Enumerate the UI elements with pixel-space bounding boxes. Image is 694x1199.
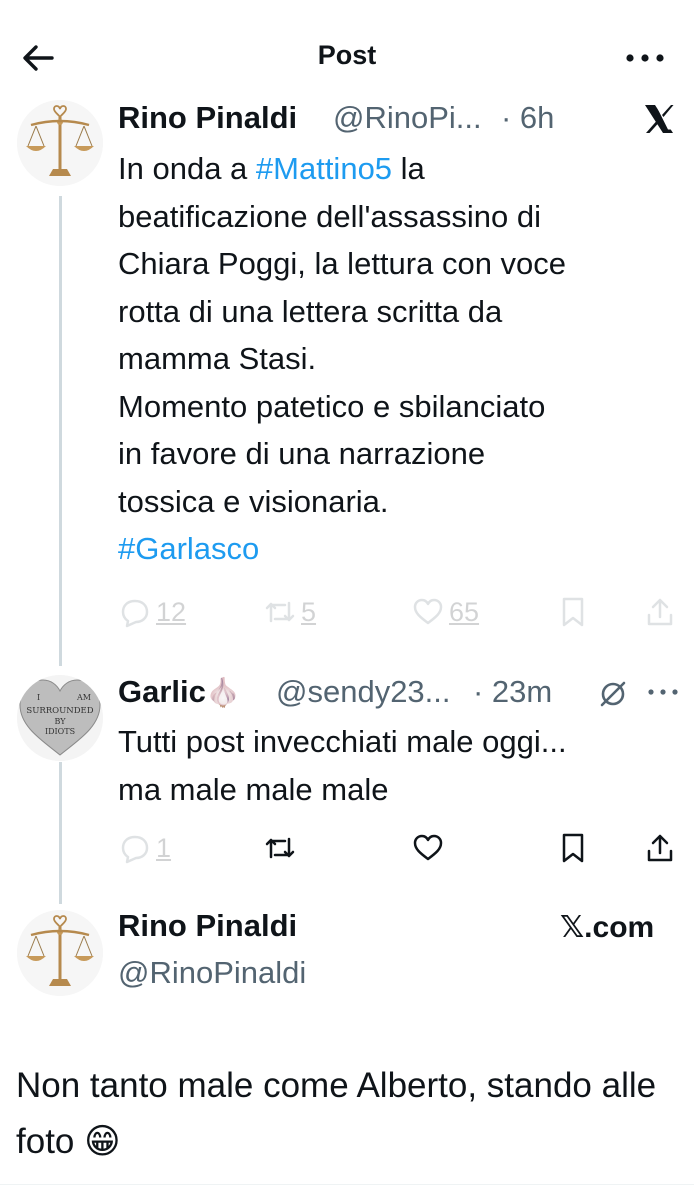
post-time: · 23m bbox=[473, 674, 553, 709]
heart-icon bbox=[413, 834, 443, 861]
grin-emoji: 😁 bbox=[84, 1122, 121, 1161]
reply-button[interactable]: 12 bbox=[118, 592, 186, 632]
hashtag-mattino5[interactable]: #Mattino5 bbox=[256, 151, 392, 186]
author-name[interactable]: Rino Pinaldi bbox=[118, 908, 297, 944]
reply-count: 12 bbox=[156, 596, 187, 627]
author-name[interactable]: Garlic🧄 bbox=[118, 674, 241, 710]
author-handle[interactable]: @sendy23... bbox=[276, 674, 451, 710]
post-time: · 6h bbox=[501, 100, 555, 135]
share-icon bbox=[647, 598, 673, 626]
post-actions: 12 5 65 bbox=[118, 592, 688, 632]
post-text: Tutti post invecchiati male oggi... ma m… bbox=[118, 724, 567, 807]
bookmark-icon bbox=[562, 833, 584, 863]
x-logo-icon[interactable] bbox=[643, 103, 675, 140]
scales-of-justice-icon bbox=[17, 100, 103, 186]
svg-text:BY: BY bbox=[54, 717, 66, 726]
reply-count: 1 bbox=[156, 832, 172, 863]
share-button[interactable] bbox=[643, 592, 677, 632]
divider bbox=[0, 1184, 694, 1185]
grok-icon bbox=[600, 681, 626, 707]
author-name-text: Garlic bbox=[118, 674, 206, 709]
author-name[interactable]: Rino Pinaldi bbox=[118, 100, 297, 136]
comment-icon bbox=[121, 599, 149, 628]
svg-text:SURROUNDED: SURROUNDED bbox=[26, 706, 93, 716]
share-button[interactable] bbox=[643, 828, 677, 868]
garlic-emoji: 🧄 bbox=[205, 677, 241, 708]
avatar-rino-pinaldi[interactable] bbox=[17, 100, 103, 186]
reply-button[interactable]: 1 bbox=[118, 828, 171, 868]
hashtag-garlasco[interactable]: #Garlasco bbox=[118, 531, 259, 566]
bookmark-button[interactable] bbox=[556, 828, 590, 868]
reply-text: Non tanto male come Alberto, stando alle… bbox=[16, 1058, 686, 1170]
scales-of-justice-icon bbox=[17, 910, 103, 996]
svg-text:IDIOTS: IDIOTS bbox=[45, 727, 75, 736]
svg-text:AM: AM bbox=[76, 693, 91, 702]
bookmark-icon bbox=[562, 597, 584, 627]
post-actions: 1 bbox=[118, 828, 688, 868]
heart-badge-icon: I AM SURROUNDED BY IDIOTS bbox=[17, 675, 103, 761]
avatar-garlic[interactable]: I AM SURROUNDED BY IDIOTS bbox=[17, 675, 103, 761]
like-button[interactable] bbox=[411, 828, 445, 868]
post-text: In onda a #Mattino5 la beatificazione de… bbox=[118, 145, 678, 573]
author-handle[interactable]: @RinoPinaldi bbox=[118, 955, 306, 991]
avatar-rino-pinaldi[interactable] bbox=[17, 910, 103, 996]
share-icon bbox=[647, 834, 673, 862]
grok-button[interactable] bbox=[596, 674, 630, 714]
thread-connector bbox=[59, 762, 62, 904]
more-options-icon[interactable] bbox=[622, 38, 668, 78]
repost-icon bbox=[265, 601, 295, 623]
comment-icon bbox=[121, 835, 149, 864]
heart-icon bbox=[413, 598, 443, 625]
x-com-source-link[interactable]: 𝕏.com bbox=[560, 910, 654, 945]
more-options-icon[interactable] bbox=[645, 672, 681, 712]
bookmark-button[interactable] bbox=[556, 592, 590, 632]
repost-button[interactable]: 5 bbox=[263, 592, 316, 632]
page-title: Post bbox=[317, 40, 377, 70]
svg-text:I: I bbox=[37, 693, 40, 702]
repost-button[interactable] bbox=[263, 828, 297, 868]
like-button[interactable]: 65 bbox=[411, 592, 479, 632]
repost-count: 5 bbox=[301, 596, 317, 627]
repost-icon bbox=[265, 837, 295, 859]
like-count: 65 bbox=[449, 596, 480, 627]
thread-connector bbox=[59, 196, 62, 666]
top-bar: Post bbox=[0, 0, 694, 112]
post-text-part: la beatificazione dell'assassino di Chia… bbox=[118, 151, 567, 519]
author-handle[interactable]: @RinoPi... bbox=[333, 100, 482, 136]
post-text-part: In onda a bbox=[118, 151, 256, 186]
